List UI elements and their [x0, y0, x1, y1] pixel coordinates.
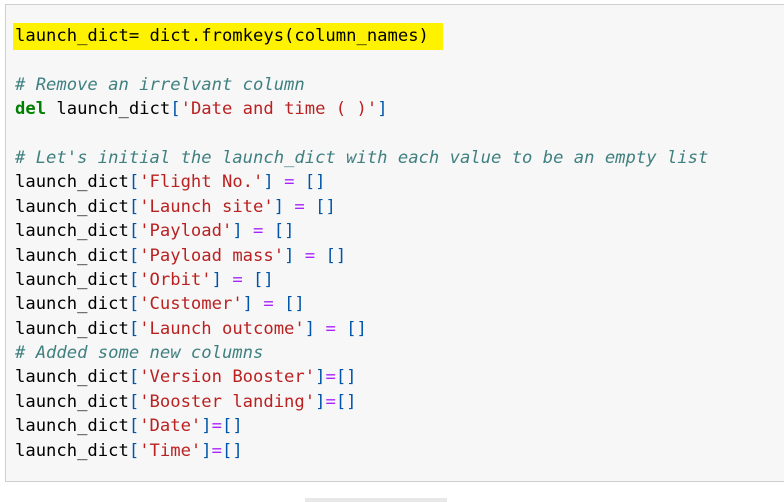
code-operator: =	[211, 440, 222, 461]
code-bracket: []	[335, 367, 357, 388]
code-line: launch_dict= dict.fromkeys(column_names)	[13, 23, 708, 50]
code-string: 'Payload mass'	[139, 245, 285, 266]
code-line: # Let's initial the launch_dict with eac…	[15, 146, 708, 170]
code-bracket: [	[128, 318, 140, 339]
code-line: launch_dict['Version Booster']=[]	[15, 365, 708, 389]
code-identifier: launch_dict	[15, 318, 129, 339]
code-line: launch_dict['Date']=[]	[15, 414, 708, 438]
code-string: 'Launch outcome'	[139, 318, 305, 339]
code-bracket: [	[170, 99, 181, 120]
code-bracket: []	[284, 294, 305, 315]
code-bracket: [	[128, 172, 140, 193]
code-bracket: [	[128, 416, 140, 437]
code-line: launch_dict['Payload'] = []	[15, 219, 708, 243]
code-bracket: [	[128, 294, 140, 315]
code-line: launch_dict['Booster landing']=[]	[15, 390, 708, 414]
code-bracket: [	[128, 440, 140, 461]
code-bracket: ]	[232, 221, 243, 242]
code-identifier: launch_dict	[15, 245, 129, 266]
code-bracket: []	[304, 172, 326, 193]
code-identifier: launch_dict	[15, 391, 129, 412]
code-identifier: launch_dict	[15, 440, 129, 461]
code-bracket: [	[128, 367, 140, 388]
code-comment: # Added some new columns	[15, 343, 264, 364]
code-bracket: []	[222, 416, 243, 437]
code-operator: =	[253, 294, 285, 315]
bottom-scroll-tab	[305, 498, 447, 502]
highlighted-code: launch_dict= dict.fromkeys(column_names)	[13, 23, 443, 50]
code-string: 'Booster landing'	[139, 391, 316, 412]
code-bracket: ]	[201, 440, 212, 461]
code-operator: =	[294, 245, 326, 266]
code-bracket: [	[128, 221, 140, 242]
code-bracket: [	[128, 391, 140, 412]
code-line: # Added some new columns	[15, 341, 708, 365]
code-bracket: ]	[201, 416, 212, 437]
code-bracket: ]	[211, 269, 222, 290]
code-identifier: launch_dict	[15, 294, 129, 315]
code-identifier: launch_dict	[15, 416, 129, 437]
code-bracket: ]	[263, 172, 274, 193]
code-keyword: del	[15, 99, 47, 120]
code-operator: =	[325, 391, 336, 412]
code-bracket: ]	[284, 245, 295, 266]
code-string: 'Payload'	[139, 221, 233, 242]
code-identifier: launch_dict	[15, 367, 129, 388]
code-line: launch_dict['Customer'] = []	[15, 292, 708, 316]
code-bracket: []	[222, 440, 243, 461]
code-identifier: launch_dict	[15, 221, 129, 242]
code-bracket: [	[128, 245, 140, 266]
code-bracket: ]	[242, 294, 254, 315]
code-bracket: []	[325, 245, 347, 266]
code-operator: =	[211, 416, 222, 437]
code-operator: =	[315, 318, 347, 339]
code-line: del launch_dict['Date and time ( )']	[15, 97, 708, 121]
code-line: launch_dict['Payload mass'] = []	[15, 244, 708, 268]
code-operator: =	[242, 221, 274, 242]
code-bracket: ]	[315, 391, 326, 412]
code-line: launch_dict['Launch site'] = []	[15, 195, 708, 219]
code-bracket: []	[315, 196, 336, 217]
code-editor[interactable]: launch_dict= dict.fromkeys(column_names)…	[13, 23, 708, 463]
code-identifier: launch_dict	[15, 172, 129, 193]
code-string: 'Time'	[139, 440, 202, 461]
code-line: # Remove an irrelvant column	[15, 73, 708, 97]
code-line: launch_dict['Flight No.'] = []	[15, 170, 708, 194]
code-identifier: launch_dict	[15, 269, 129, 290]
code-bracket: [	[128, 196, 140, 217]
code-string: 'Orbit'	[139, 269, 212, 290]
code-bracket: []	[253, 269, 274, 290]
code-line: launch_dict['Orbit'] = []	[15, 268, 708, 292]
code-string: 'Launch site'	[139, 196, 274, 217]
code-string: 'Date and time ( )'	[180, 99, 378, 120]
code-identifier: launch_dict	[46, 99, 171, 120]
code-operator: =	[325, 367, 336, 388]
code-operator: =	[284, 196, 316, 217]
code-bracket: ]	[377, 99, 388, 120]
code-string: 'Version Booster'	[139, 367, 316, 388]
code-bracket: [	[128, 269, 140, 290]
code-line: launch_dict['Launch outcome'] = []	[15, 317, 708, 341]
code-operator: =	[221, 269, 254, 290]
code-comment: # Let's initial the launch_dict with eac…	[15, 147, 709, 168]
code-line: launch_dict['Time']=[]	[15, 439, 708, 463]
code-string: 'Date'	[139, 416, 202, 437]
code-bracket: ]	[304, 318, 316, 339]
code-bracket: []	[273, 221, 295, 242]
code-bracket: []	[346, 318, 367, 339]
code-identifier: launch_dict	[15, 196, 129, 217]
code-bracket: ]	[315, 367, 326, 388]
code-comment: # Remove an irrelvant column	[15, 74, 305, 95]
code-string: 'Flight No.'	[139, 172, 264, 193]
code-bracket: ]	[273, 196, 285, 217]
code-operator: =	[273, 172, 305, 193]
code-string: 'Customer'	[139, 294, 243, 315]
code-bracket: []	[335, 391, 357, 412]
